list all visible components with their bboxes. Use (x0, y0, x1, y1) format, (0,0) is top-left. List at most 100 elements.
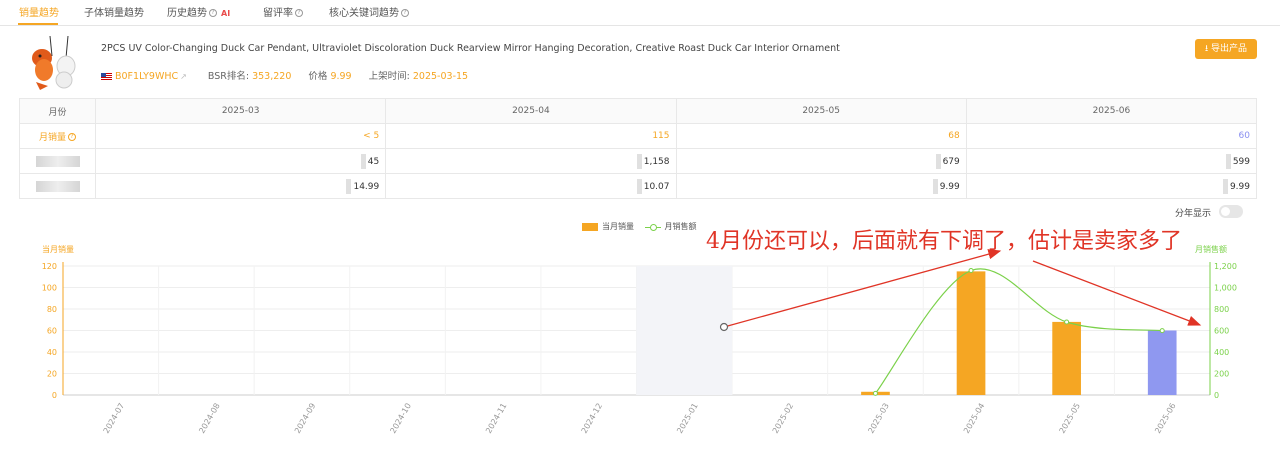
left-tick-label: 0 (52, 391, 57, 400)
revenue-cell: 599 (965, 148, 1258, 174)
tab-bar: 销量趋势 子体销量趋势 历史趋势? AI 留评率? 核心关键词趋势? (0, 0, 1280, 26)
revenue-cell: 45 (94, 148, 387, 174)
product-meta: B0F1LY9WHC ↗ BSR排名: 353,220 价格 9.99 上架时间:… (101, 68, 468, 82)
product-header: 2PCS UV Color-Changing Duck Car Pendant,… (0, 26, 1280, 94)
bsr-label: BSR排名: (207, 71, 250, 82)
us-flag-icon (101, 72, 112, 81)
price-cell: 14.99 (94, 173, 387, 199)
redacted-label (19, 173, 96, 199)
left-tick-label: 120 (42, 262, 57, 271)
legend-line-swatch (644, 223, 661, 231)
x-tick-label: 2024-09 (293, 402, 318, 435)
export-label: 导出产品 (1211, 44, 1248, 54)
left-tick-label: 80 (47, 305, 57, 314)
month-cell: 2025-06 (965, 98, 1258, 124)
external-link-icon[interactable]: ↗ (180, 72, 187, 81)
tooltip-anchor-point (719, 322, 729, 332)
revenue-cell: 1,158 (385, 148, 677, 174)
price-cell: 9.99 (965, 173, 1258, 199)
legend-bar-swatch (582, 222, 598, 231)
month-cell: 2025-03 (94, 98, 387, 124)
right-axis-title: 月销售额 (1195, 244, 1227, 254)
x-tick-label: 2025-06 (1153, 402, 1178, 435)
revenue-point (872, 390, 878, 396)
revenue-cell: 679 (675, 148, 967, 174)
right-tick-label: 400 (1214, 348, 1229, 357)
chart-legend: 当月销量 月销售额 (582, 221, 697, 232)
tab-history-trend[interactable]: 历史趋势? AI (167, 4, 230, 19)
table-header-row: 月份 2025-03 2025-04 2025-05 2025-06 (19, 98, 1258, 124)
sales-cell: 60 (965, 123, 1258, 149)
legend-item-sales[interactable]: 当月销量 (582, 222, 634, 231)
price-value: 9.99 (330, 71, 352, 82)
active-tab-indicator (18, 23, 58, 25)
revenue-point (968, 268, 974, 274)
hover-band (636, 266, 733, 395)
tab-label: 核心关键词趋势 (329, 8, 399, 19)
x-tick-label: 2025-04 (962, 402, 987, 435)
tab-keyword-trend[interactable]: 核心关键词趋势? (329, 4, 409, 19)
x-tick-label: 2024-11 (484, 402, 509, 435)
launch-label: 上架时间: (368, 71, 410, 82)
tab-label: 历史趋势 (167, 8, 207, 19)
sales-bar (1147, 330, 1177, 395)
tab-label: 留评率 (263, 8, 293, 19)
right-tick-label: 200 (1214, 370, 1229, 379)
monthly-data-table: 月份 2025-03 2025-04 2025-05 2025-06 月销量? … (19, 98, 1258, 199)
redacted-label (19, 148, 96, 174)
product-title[interactable]: 2PCS UV Color-Changing Duck Car Pendant,… (101, 43, 840, 54)
price-label: 价格 (308, 71, 328, 82)
x-tick-label: 2024-08 (197, 402, 222, 435)
left-tick-label: 60 (47, 327, 57, 336)
left-tick-label: 100 (42, 284, 57, 293)
asin-link[interactable]: B0F1LY9WHC (115, 71, 178, 82)
x-tick-label: 2025-02 (771, 402, 796, 435)
handwritten-annotation: 4月份还可以，后面就有下调了，估计是卖家多了 (706, 229, 1182, 254)
right-tick-label: 800 (1214, 305, 1229, 314)
month-cell: 2025-05 (675, 98, 967, 124)
price-cell: 10.07 (385, 173, 677, 199)
x-tick-label: 2024-07 (102, 402, 127, 435)
sales-cell: 68 (675, 123, 967, 149)
left-tick-label: 20 (47, 370, 57, 379)
tab-label: 子体销量趋势 (84, 8, 144, 19)
table-row-sales: 月销量? < 5 115 68 60 (19, 123, 1258, 149)
sales-cell: 115 (385, 123, 677, 149)
tab-label: 销量趋势 (19, 8, 59, 19)
ai-badge: AI (221, 9, 231, 18)
sales-trend-chart: 当月销量 月销售额 0 20 40 60 80 100 120 0 200 400 600 800 1,00… (42, 244, 1237, 435)
x-tick-label: 2024-12 (580, 402, 605, 435)
month-header: 月份 (19, 98, 96, 124)
split-by-year-toggle[interactable] (1219, 205, 1243, 218)
export-product-button[interactable]: ⭳ 导出产品 (1195, 39, 1257, 59)
right-tick-label: 600 (1214, 327, 1229, 336)
sales-cell: < 5 (94, 123, 387, 149)
tab-variant-sales-trend[interactable]: 子体销量趋势 (84, 4, 144, 19)
help-icon[interactable]: ? (295, 9, 303, 17)
right-tick-label: 1,200 (1214, 262, 1237, 271)
table-row-revenue: 45 1,158 679 599 (19, 148, 1258, 174)
tab-review-rate[interactable]: 留评率? (263, 4, 303, 19)
arrow-to-june (1032, 260, 1202, 326)
x-tick-label: 2025-05 (1058, 402, 1083, 435)
highlight-band (636, 266, 733, 395)
monthly-sales-label: 月销量? (19, 123, 96, 149)
left-tick-label: 40 (47, 348, 57, 357)
month-cell: 2025-04 (385, 98, 677, 124)
revenue-point (1159, 328, 1165, 334)
sales-bar (956, 271, 986, 395)
tab-sales-trend[interactable]: 销量趋势 (19, 4, 59, 19)
right-tick-label: 0 (1214, 391, 1219, 400)
bsr-value: 353,220 (252, 71, 292, 82)
price-cell: 9.99 (675, 173, 967, 199)
help-icon[interactable]: ? (401, 9, 409, 17)
revenue-point (1064, 319, 1070, 325)
table-row-price: 14.99 10.07 9.99 9.99 (19, 173, 1258, 199)
help-icon[interactable]: ? (209, 9, 217, 17)
launch-date: 2025-03-15 (412, 71, 469, 82)
help-icon[interactable]: ? (68, 133, 76, 141)
left-axis-title: 当月销量 (42, 244, 74, 254)
x-tick-label: 2024-10 (388, 402, 413, 435)
product-thumbnail-image[interactable] (28, 36, 78, 90)
legend-item-revenue[interactable]: 月销售额 (644, 222, 697, 231)
